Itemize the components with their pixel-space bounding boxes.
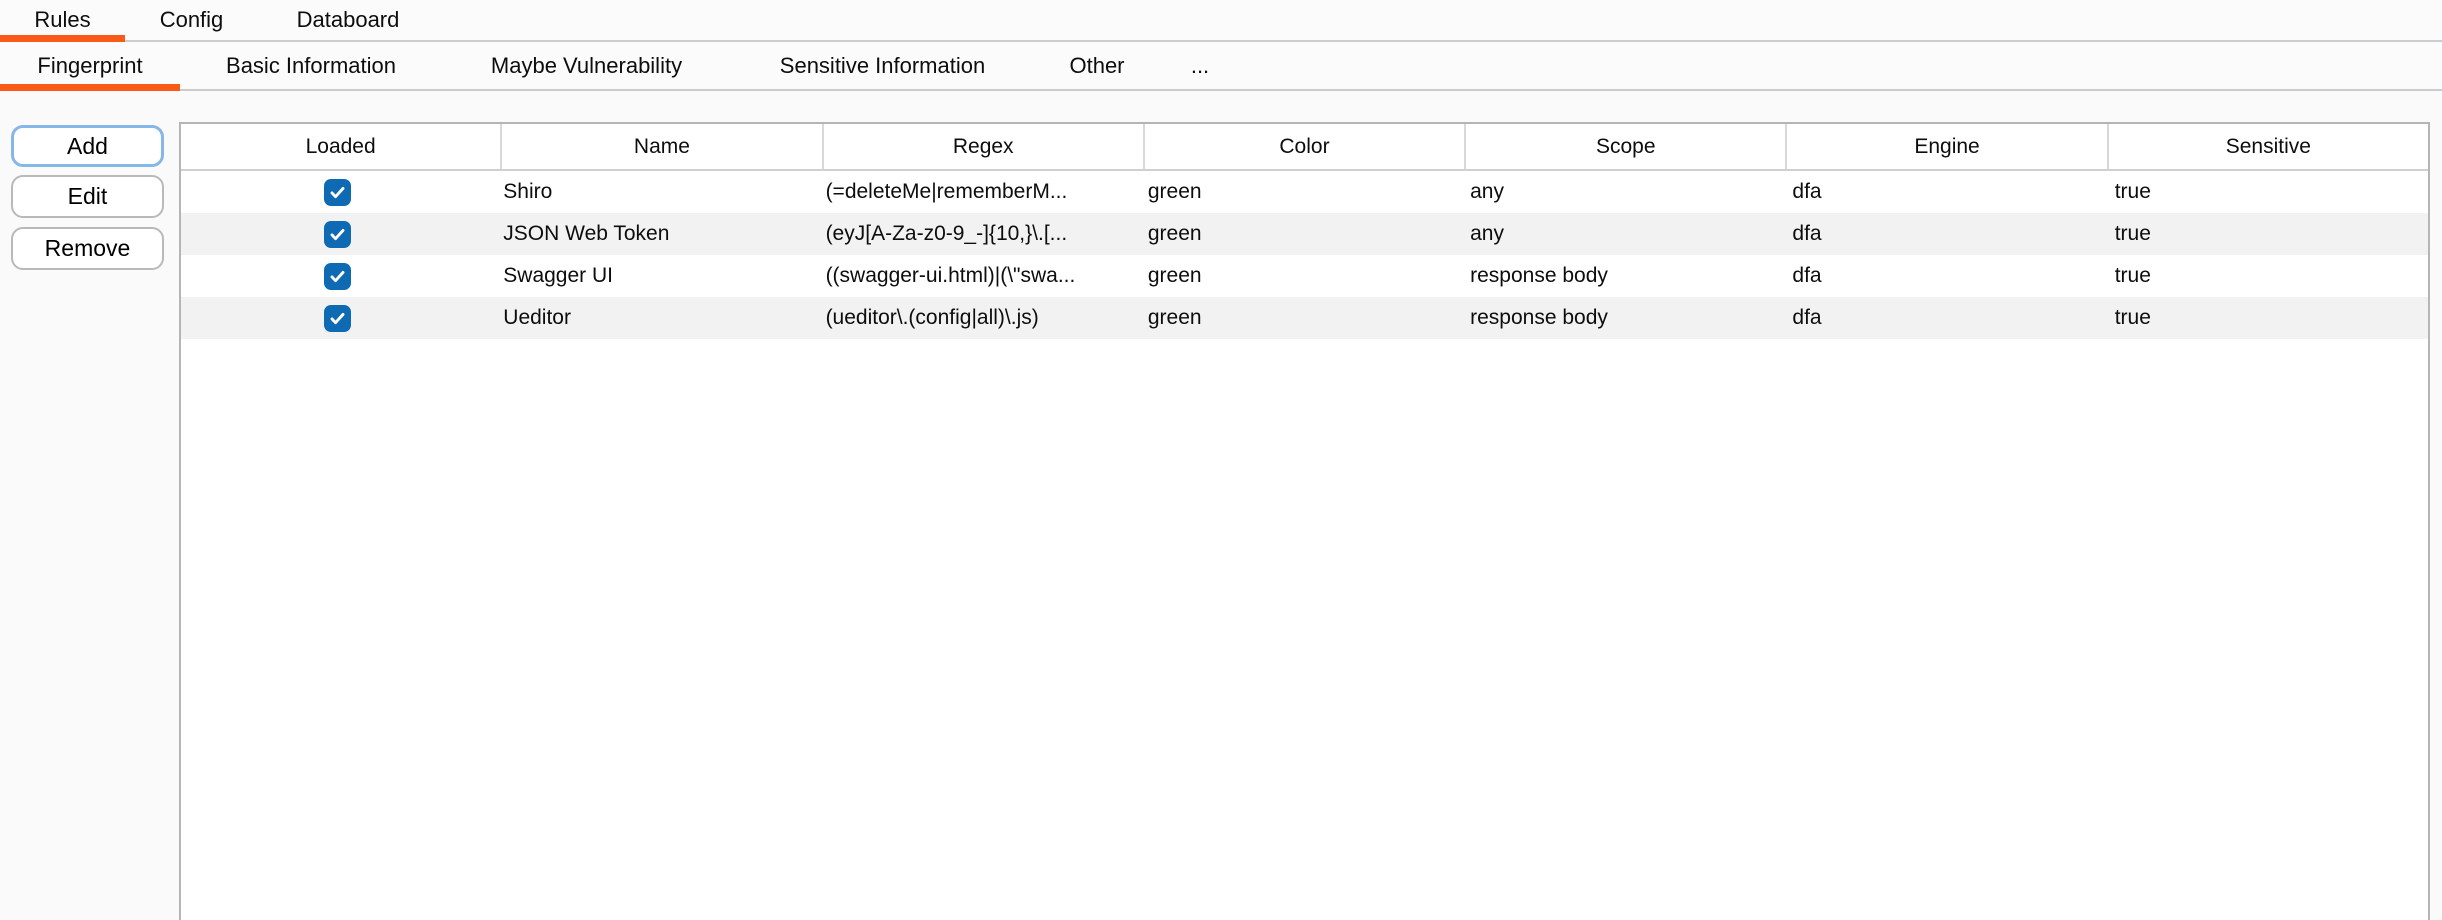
cell-color: green (1139, 306, 1461, 330)
table-header: Loaded Name Regex Color Scope Engine Sen… (181, 124, 2428, 171)
loaded-checkbox[interactable] (324, 263, 351, 290)
cell-sensitive: true (2106, 306, 2428, 330)
cell-regex: (ueditor\.(config|all)\.js) (817, 306, 1139, 330)
cell-scope: response body (1461, 306, 1783, 330)
loaded-checkbox[interactable] (324, 305, 351, 332)
column-header-loaded[interactable]: Loaded (181, 124, 502, 169)
cell-sensitive: true (2106, 222, 2428, 246)
cell-regex: ((swagger-ui.html)|(\"swa... (817, 264, 1139, 288)
table-row-shiro[interactable]: Shiro (=deleteMe|rememberM... green any … (181, 171, 2428, 213)
cell-name: Swagger UI (494, 264, 816, 288)
table-row-ueditor[interactable]: Ueditor (ueditor\.(config|all)\.js) gree… (181, 297, 2428, 339)
hae-rules-window: Rules Config Databoard Fingerprint Basic… (0, 0, 2442, 920)
tab-basic-information[interactable]: Basic Information (180, 42, 442, 89)
column-header-engine[interactable]: Engine (1787, 124, 2108, 169)
tab-maybe-vulnerability-label: Maybe Vulnerability (491, 53, 682, 79)
table-body: Shiro (=deleteMe|rememberM... green any … (181, 171, 2428, 339)
loaded-checkbox[interactable] (324, 221, 351, 248)
tab-fingerprint[interactable]: Fingerprint (0, 42, 180, 89)
cell-loaded (181, 263, 494, 290)
tab-more-ellipsis-label: ... (1191, 53, 1209, 79)
cell-regex: (=deleteMe|rememberM... (817, 180, 1139, 204)
loaded-checkbox[interactable] (324, 179, 351, 206)
cell-name: Ueditor (494, 306, 816, 330)
remove-button[interactable]: Remove (11, 227, 164, 270)
cell-scope: any (1461, 180, 1783, 204)
cell-color: green (1139, 180, 1461, 204)
cell-sensitive: true (2106, 264, 2428, 288)
fingerprint-rules-pane: Add Edit Remove Loaded Name Regex Color … (0, 91, 2442, 920)
cell-loaded (181, 221, 494, 248)
cell-engine: dfa (1783, 306, 2105, 330)
cell-sensitive: true (2106, 180, 2428, 204)
cell-engine: dfa (1783, 180, 2105, 204)
add-button[interactable]: Add (11, 125, 164, 167)
cell-scope: any (1461, 222, 1783, 246)
column-header-scope[interactable]: Scope (1466, 124, 1787, 169)
tab-config[interactable]: Config (125, 0, 258, 40)
table-row-swagger-ui[interactable]: Swagger UI ((swagger-ui.html)|(\"swa... … (181, 255, 2428, 297)
column-header-regex[interactable]: Regex (824, 124, 1145, 169)
checkmark-icon (328, 309, 347, 328)
tab-sensitive-information[interactable]: Sensitive Information (731, 42, 1034, 89)
cell-loaded (181, 305, 494, 332)
rules-table: Loaded Name Regex Color Scope Engine Sen… (179, 122, 2430, 920)
cell-loaded (181, 179, 494, 206)
tab-rules[interactable]: Rules (0, 0, 125, 40)
tab-rules-label: Rules (34, 7, 90, 33)
tab-databoard-label: Databoard (297, 7, 400, 33)
checkmark-icon (328, 267, 347, 286)
tab-databoard[interactable]: Databoard (258, 0, 438, 40)
checkmark-icon (328, 225, 347, 244)
cell-regex: (eyJ[A-Za-z0-9_-]{10,}\.[... (817, 222, 1139, 246)
checkmark-icon (328, 183, 347, 202)
tab-other-label: Other (1069, 53, 1124, 79)
cell-engine: dfa (1783, 222, 2105, 246)
tab-more-ellipsis[interactable]: ... (1160, 42, 1240, 89)
cell-scope: response body (1461, 264, 1783, 288)
cell-color: green (1139, 264, 1461, 288)
column-header-sensitive[interactable]: Sensitive (2109, 124, 2428, 169)
tab-sensitive-information-label: Sensitive Information (780, 53, 985, 79)
column-header-color[interactable]: Color (1145, 124, 1466, 169)
cell-name: JSON Web Token (494, 222, 816, 246)
tab-fingerprint-label: Fingerprint (37, 53, 142, 79)
tab-maybe-vulnerability[interactable]: Maybe Vulnerability (442, 42, 731, 89)
edit-button[interactable]: Edit (11, 175, 164, 218)
cell-engine: dfa (1783, 264, 2105, 288)
tab-config-label: Config (160, 7, 224, 33)
table-row-json-web-token[interactable]: JSON Web Token (eyJ[A-Za-z0-9_-]{10,}\.[… (181, 213, 2428, 255)
column-header-name[interactable]: Name (502, 124, 823, 169)
primary-tabbar: Rules Config Databoard (0, 0, 2442, 42)
cell-name: Shiro (494, 180, 816, 204)
rules-category-tabbar: Fingerprint Basic Information Maybe Vuln… (0, 42, 2442, 91)
tab-other[interactable]: Other (1034, 42, 1160, 89)
cell-color: green (1139, 222, 1461, 246)
tab-basic-information-label: Basic Information (226, 53, 396, 79)
